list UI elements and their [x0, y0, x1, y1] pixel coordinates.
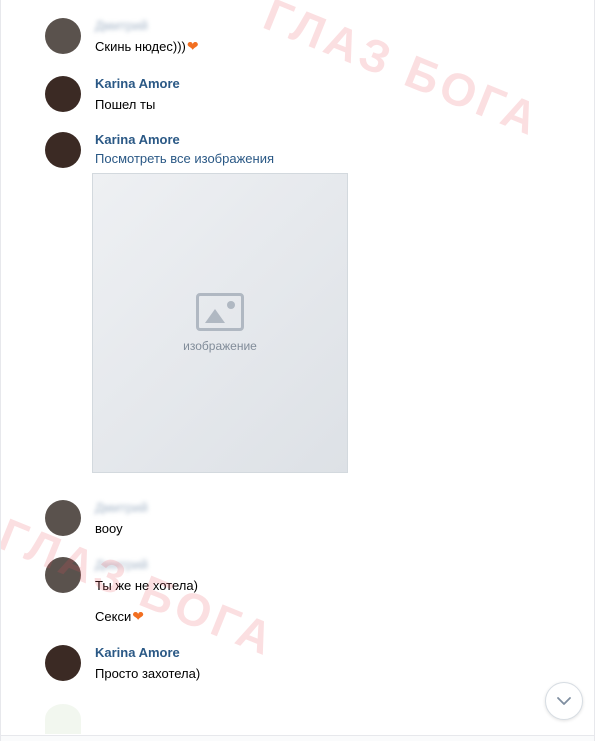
sender-name[interactable]: Karina Amore — [95, 645, 545, 661]
image-attachment[interactable]: изображение — [92, 173, 348, 473]
message-text: Пошел ты — [95, 97, 156, 112]
heart-icon: ❤ — [132, 608, 144, 624]
message-text: Просто захотела) — [95, 666, 201, 681]
message-text: Скинь нюдес)))❤ — [95, 38, 199, 54]
scroll-down-button[interactable] — [545, 682, 583, 720]
image-icon — [196, 293, 244, 331]
composer-edge — [1, 735, 594, 741]
message-text: Ты же не хотела) — [95, 578, 198, 593]
view-all-images-link[interactable]: Посмотреть все изображения — [95, 150, 545, 167]
avatar — [45, 704, 81, 734]
chevron-down-icon — [557, 697, 571, 705]
sender-name[interactable]: Дмитрий — [95, 18, 545, 34]
avatar[interactable] — [45, 76, 81, 112]
sender-name[interactable]: Дмитрий — [95, 557, 545, 573]
sender-name[interactable]: Karina Amore — [95, 76, 545, 92]
avatar[interactable] — [45, 557, 81, 593]
avatar[interactable] — [45, 645, 81, 681]
sender-name[interactable]: Дмитрий — [95, 500, 545, 516]
message-text: вооу — [95, 521, 123, 536]
avatar[interactable] — [45, 132, 81, 168]
heart-icon: ❤ — [186, 38, 199, 54]
sender-name[interactable]: Karina Amore — [95, 132, 545, 148]
avatar[interactable] — [45, 500, 81, 536]
avatar[interactable] — [45, 18, 81, 54]
attachment-label: изображение — [183, 339, 257, 353]
message-text: Секси❤ — [95, 608, 144, 624]
chat-history: Дмитрий Скинь нюдес)))❤ Karina Amore Пош… — [0, 0, 595, 741]
